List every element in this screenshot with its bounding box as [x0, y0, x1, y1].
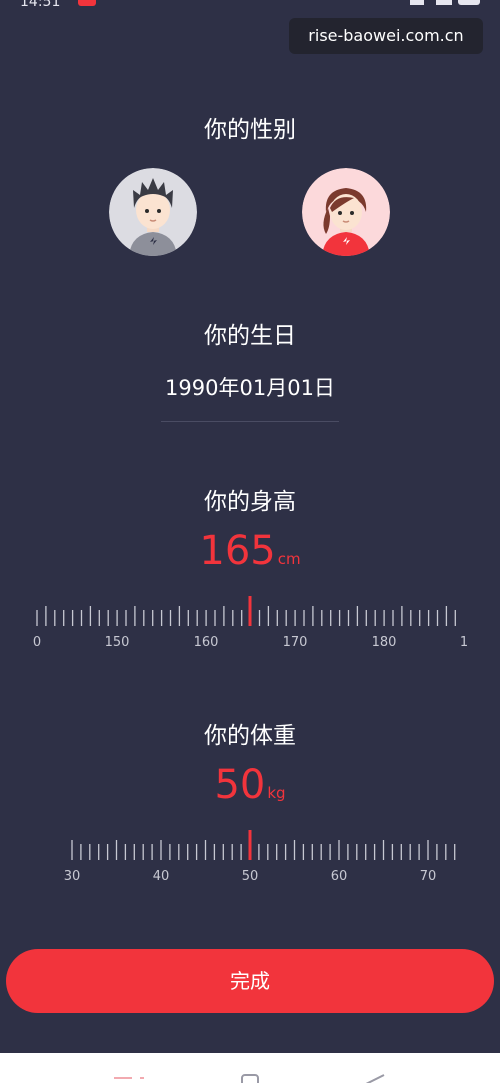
wifi-icon	[410, 0, 424, 5]
height-ruler-label: 150	[105, 635, 130, 650]
status-icons	[410, 0, 482, 6]
navigation-bar	[0, 1053, 500, 1083]
height-ruler-label: 0	[33, 635, 41, 650]
height-ruler-label: 170	[283, 635, 308, 650]
battery-icon	[458, 0, 480, 5]
height-value-row: 165 cm	[0, 528, 500, 574]
weight-ruler-label: 30	[64, 869, 81, 884]
weight-ruler-label: 60	[331, 869, 348, 884]
birthday-title: 你的生日	[204, 323, 296, 349]
height-title: 你的身高	[204, 489, 296, 515]
menu-icon[interactable]	[114, 1077, 144, 1079]
height-ruler-svg[interactable]: 0 150 160 170 180 1	[0, 594, 500, 654]
weight-value-row: 50 kg	[0, 762, 500, 808]
weight-ruler-svg[interactable]: 30 40 50 60 70	[0, 828, 500, 888]
height-ruler-label: 160	[194, 635, 219, 650]
weight-ruler-label: 70	[420, 869, 437, 884]
notification-badge-icon	[78, 0, 96, 6]
height-ruler-label: 1	[460, 635, 468, 650]
weight-title: 你的体重	[204, 723, 296, 749]
male-avatar-icon[interactable]	[109, 168, 197, 256]
signal-icon	[436, 0, 452, 5]
birthday-value[interactable]: 1990年01月01日	[161, 372, 339, 402]
height-value: 165	[199, 528, 276, 574]
female-avatar-icon[interactable]	[302, 168, 390, 256]
status-time: 14:51	[20, 0, 61, 10]
weight-unit: kg	[267, 784, 286, 802]
back-icon[interactable]	[365, 1074, 385, 1083]
home-icon[interactable]	[241, 1074, 259, 1083]
done-button[interactable]: 完成	[6, 949, 494, 1013]
birthday-underline	[161, 421, 339, 422]
status-bar: 14:51	[0, 0, 500, 16]
weight-ruler[interactable]: 30 40 50 60 70	[0, 828, 500, 888]
weight-ruler-label: 50	[242, 869, 259, 884]
height-unit: cm	[277, 550, 301, 568]
height-ruler[interactable]: 0 150 160 170 180 1	[0, 594, 500, 654]
watermark: rise-baowei.com.cn	[289, 18, 483, 54]
weight-ruler-label: 40	[153, 869, 170, 884]
gender-title: 你的性别	[204, 117, 296, 143]
weight-value: 50	[214, 762, 266, 808]
height-ruler-label: 180	[372, 635, 397, 650]
